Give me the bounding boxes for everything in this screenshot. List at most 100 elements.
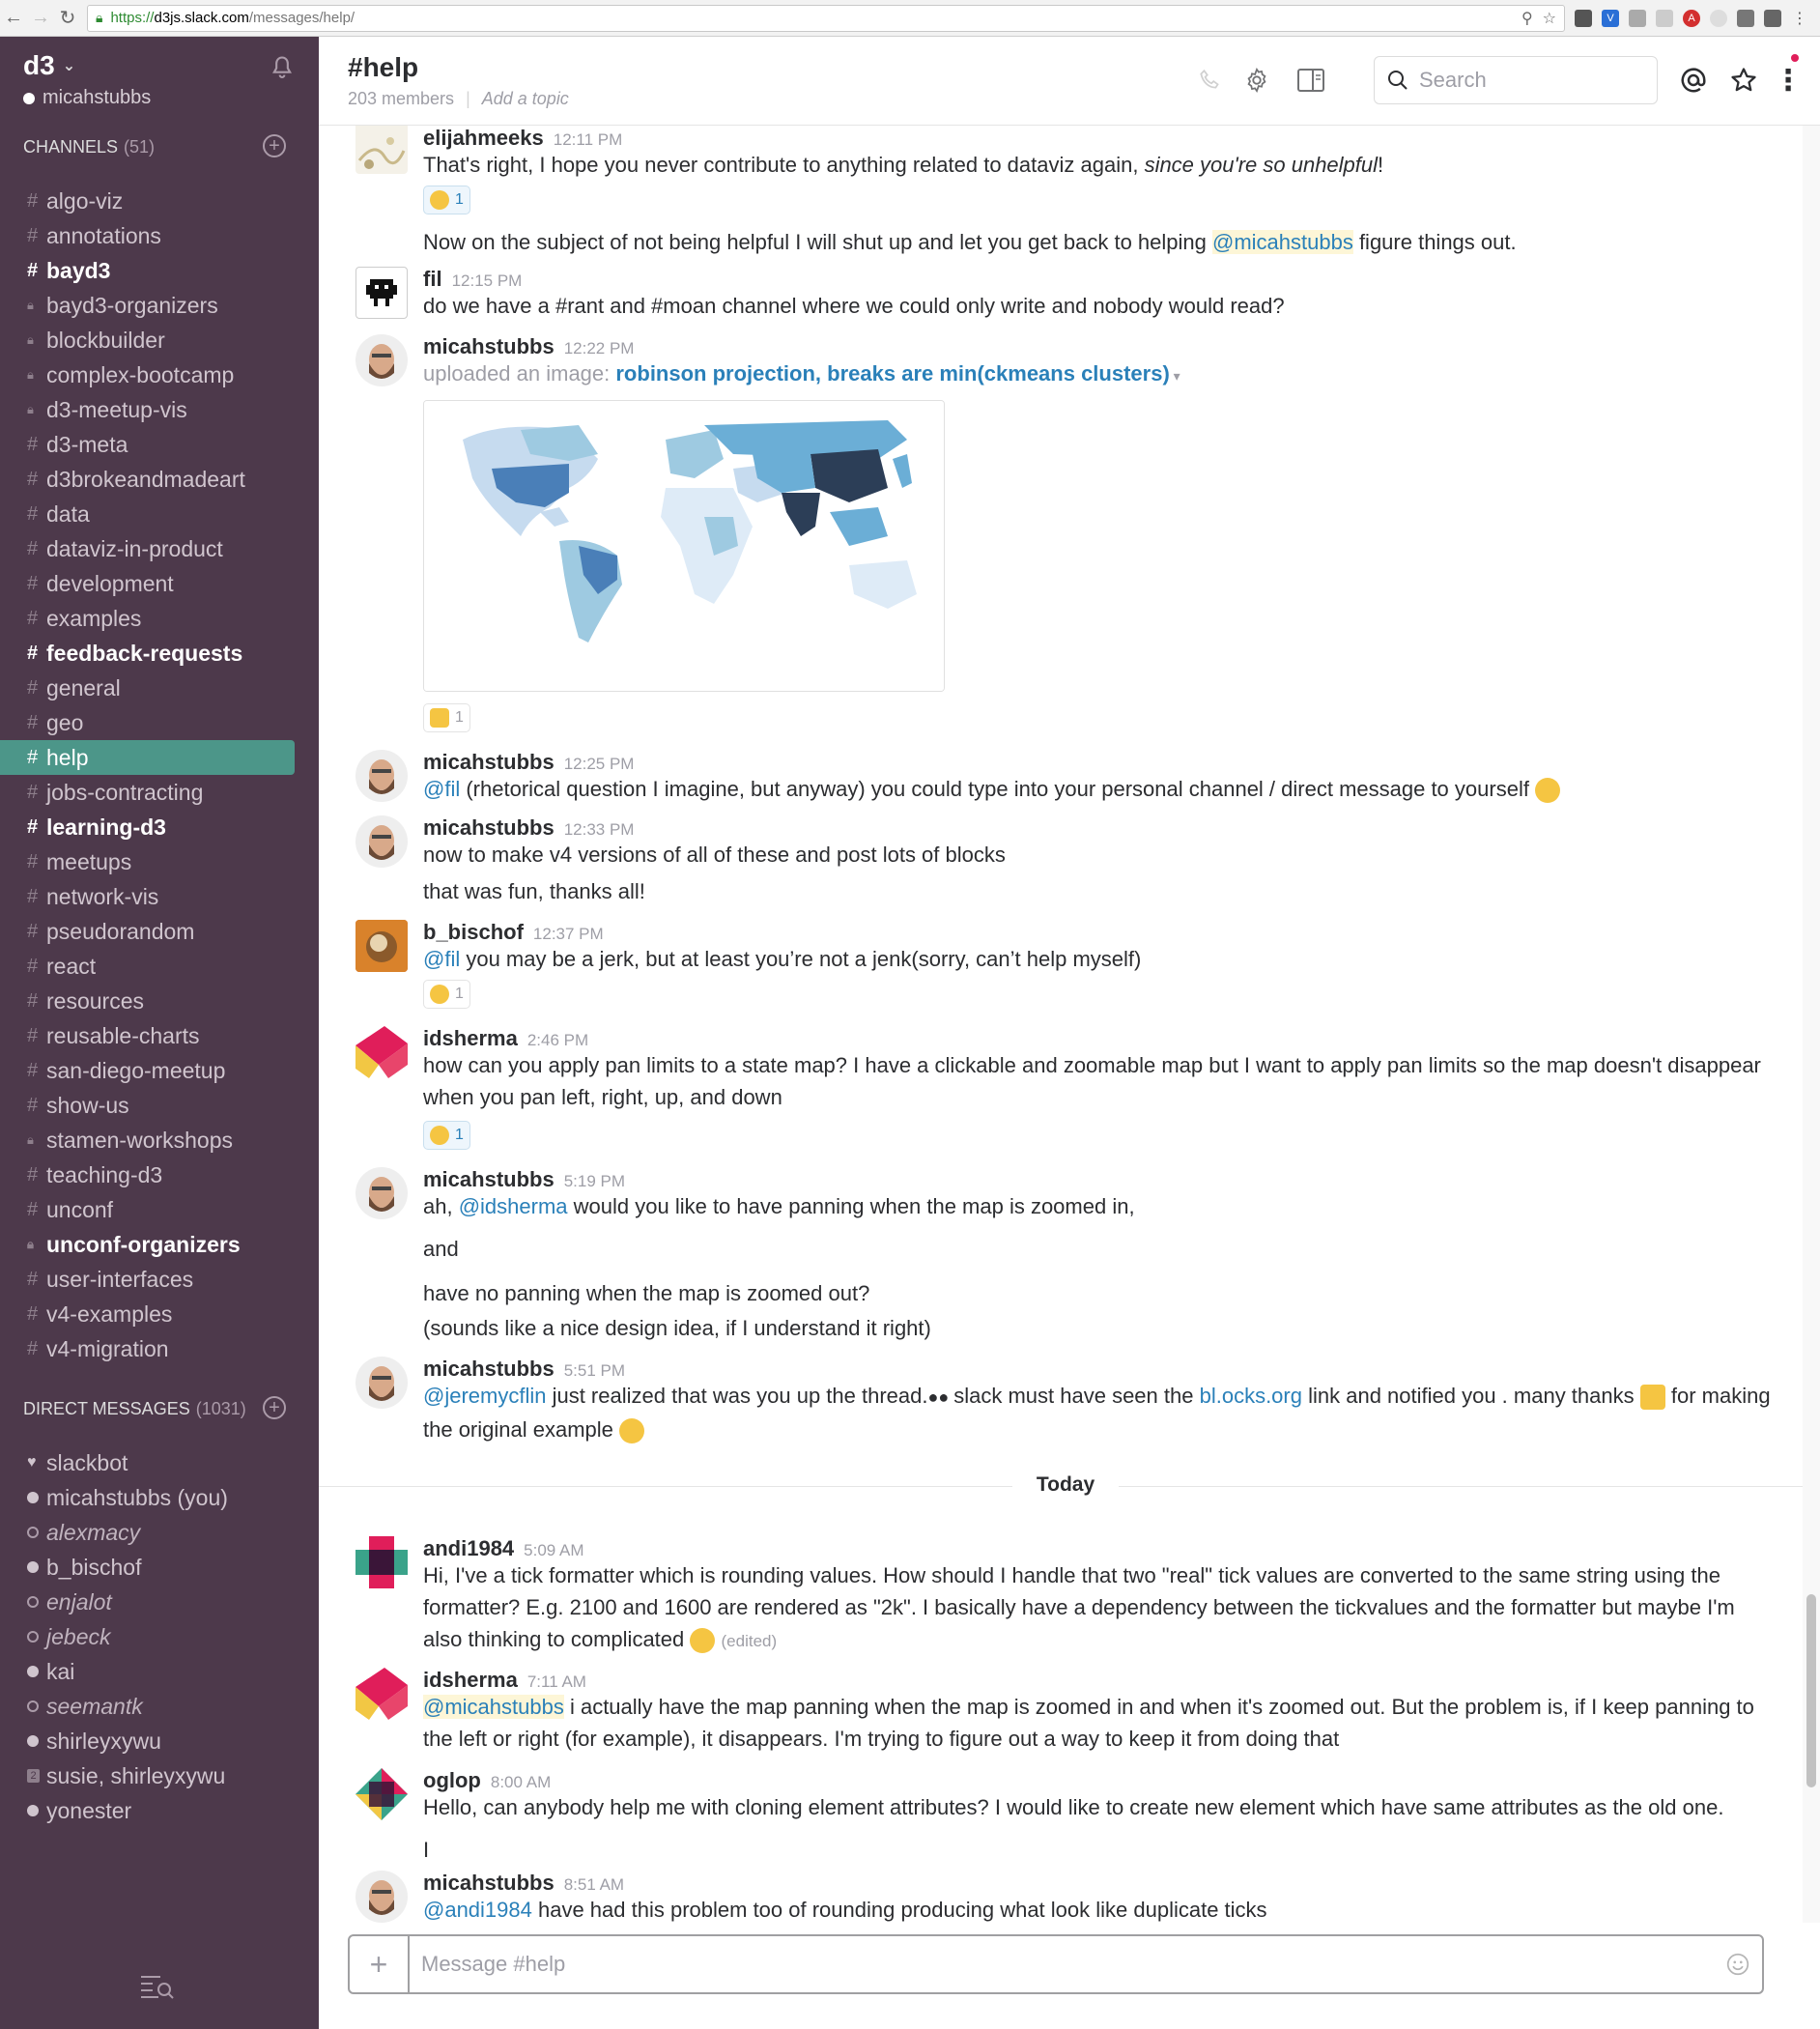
avatar[interactable] (355, 1768, 408, 1820)
sidebar-channel-show-us[interactable]: # show-us (0, 1088, 295, 1123)
sidebar-channel-react[interactable]: # react (0, 949, 295, 984)
sidebar-channel-dataviz-in-product[interactable]: # dataviz-in-product (0, 531, 295, 566)
reaction[interactable]: 1 (423, 186, 470, 214)
message-author[interactable]: elijahmeeks (423, 126, 544, 151)
channels-header[interactable]: CHANNELS (51) + (23, 134, 286, 157)
sidebar-channel-stamen-workshops[interactable]: 🔒︎ stamen-workshops (0, 1123, 295, 1157)
sidebar-channel-examples[interactable]: # examples (0, 601, 295, 636)
sidebar-channel-bayd3[interactable]: # bayd3 (0, 253, 295, 288)
back-icon[interactable]: ← (0, 5, 27, 32)
reload-icon[interactable]: ↻ (54, 5, 81, 32)
sidebar-channel-blockbuilder[interactable]: 🔒︎ blockbuilder (0, 323, 295, 357)
message-timestamp[interactable]: 12:22 PM (564, 339, 635, 358)
message-timestamp[interactable]: 12:15 PM (452, 271, 523, 291)
sidebar-dm-item[interactable]: ♥ slackbot (0, 1445, 319, 1480)
message-author[interactable]: idsherma (423, 1026, 518, 1051)
avatar[interactable] (355, 1357, 408, 1409)
member-count[interactable]: 203 members (348, 89, 454, 109)
message-timestamp[interactable]: 5:19 PM (564, 1172, 625, 1191)
sidebar-channel-d3-meta[interactable]: # d3-meta (0, 427, 295, 462)
message-author[interactable]: micahstubbs (423, 815, 555, 841)
call-icon[interactable] (1194, 64, 1227, 97)
sidebar-channel-san-diego-meetup[interactable]: # san-diego-meetup (0, 1053, 295, 1088)
sidebar-channel-meetups[interactable]: # meetups (0, 844, 295, 879)
uploaded-map-image[interactable] (423, 400, 945, 692)
sidebar-channel-d3-meetup-vis[interactable]: 🔒︎ d3-meetup-vis (0, 392, 295, 427)
sidebar-channel-development[interactable]: # development (0, 566, 295, 601)
caret-down-icon[interactable]: ▾ (1170, 368, 1180, 384)
message-timestamp[interactable]: 2:46 PM (527, 1031, 588, 1050)
attach-button[interactable]: + (350, 1936, 410, 1992)
mentions-icon[interactable] (1677, 64, 1710, 97)
message-timestamp[interactable]: 5:51 PM (564, 1361, 625, 1381)
message-timestamp[interactable]: 12:37 PM (533, 925, 604, 944)
avatar[interactable] (355, 1167, 408, 1219)
reaction[interactable]: 1 (423, 980, 470, 1009)
message-timestamp[interactable]: 8:51 AM (564, 1875, 624, 1895)
avatar[interactable] (355, 1536, 408, 1588)
extension-icon[interactable] (1629, 9, 1646, 27)
message-author[interactable]: micahstubbs (423, 334, 555, 359)
message-author[interactable]: andi1984 (423, 1536, 514, 1561)
avatar[interactable] (355, 334, 408, 386)
sidebar-channel-v4-examples[interactable]: # v4-examples (0, 1297, 295, 1331)
sidebar-dm-item[interactable]: jebeck (0, 1619, 319, 1654)
sidebar-channel-resources[interactable]: # resources (0, 984, 295, 1018)
message-timestamp[interactable]: 12:33 PM (564, 820, 635, 840)
message-author[interactable]: oglop (423, 1768, 481, 1793)
sidebar-channel-v4-migration[interactable]: # v4-migration (0, 1331, 295, 1366)
eyedropper-icon[interactable] (1764, 9, 1781, 27)
add-topic-link[interactable]: Add a topic (482, 89, 569, 109)
sidebar-channel-user-interfaces[interactable]: # user-interfaces (0, 1262, 295, 1297)
user-mention[interactable]: @andi1984 (423, 1898, 532, 1922)
menu-dots-icon[interactable]: ⋮ (1791, 10, 1808, 27)
user-mention[interactable]: @idsherma (459, 1194, 568, 1218)
bell-icon[interactable] (269, 54, 296, 81)
zoom-icon[interactable]: ⚲ (1521, 9, 1533, 28)
sidebar-toggle-icon[interactable] (1294, 64, 1327, 97)
avatar[interactable] (355, 1668, 408, 1720)
sidebar-dm-item[interactable]: seemantk (0, 1689, 319, 1724)
team-menu[interactable]: d3 ⌄ micahstubbs (23, 50, 151, 109)
message-timestamp[interactable]: 5:09 AM (524, 1541, 583, 1560)
user-mention[interactable]: @fil (423, 777, 460, 801)
message-timestamp[interactable]: 12:11 PM (554, 130, 623, 150)
vimium-icon[interactable]: V (1602, 9, 1619, 27)
message-scrollbar[interactable] (1803, 126, 1820, 1923)
message-author[interactable]: micahstubbs (423, 1871, 555, 1896)
sidebar-channel-complex-bootcamp[interactable]: 🔒︎ complex-bootcamp (0, 357, 295, 392)
extension-icon[interactable] (1710, 9, 1727, 27)
sidebar-channel-unconf[interactable]: # unconf (0, 1192, 295, 1227)
sidebar-channel-annotations[interactable]: # annotations (0, 218, 295, 253)
sidebar-channel-pseudorandom[interactable]: # pseudorandom (0, 914, 295, 949)
avatar[interactable] (355, 750, 408, 802)
message-author[interactable]: micahstubbs (423, 750, 555, 775)
forward-icon[interactable]: → (27, 5, 54, 32)
gear-icon[interactable] (1240, 64, 1273, 97)
search-input[interactable]: Search (1374, 56, 1658, 104)
reaction[interactable]: 1 (423, 1121, 470, 1150)
mail-icon[interactable] (1737, 9, 1754, 27)
message-author[interactable]: b_bischof (423, 920, 524, 945)
pocket-icon[interactable] (1575, 9, 1592, 27)
sidebar-channel-feedback-requests[interactable]: # feedback-requests (0, 636, 295, 671)
add-dm-icon[interactable]: + (263, 1396, 286, 1419)
sidebar-dm-item[interactable]: b_bischof (0, 1550, 319, 1585)
message-author[interactable]: idsherma (423, 1668, 518, 1693)
url-bar[interactable]: 🔒︎ https:// d3js.slack.com /messages/hel… (87, 4, 1565, 32)
message-timestamp[interactable]: 12:25 PM (564, 755, 635, 774)
sidebar-channel-d3brokeandmadeart[interactable]: # d3brokeandmadeart (0, 462, 295, 497)
sidebar-channel-learning-d3[interactable]: # learning-d3 (0, 810, 295, 844)
direct-messages-header[interactable]: DIRECT MESSAGES (1031) + (23, 1396, 286, 1419)
avatar[interactable] (355, 126, 408, 174)
reaction[interactable]: 1 (423, 703, 470, 732)
file-link[interactable]: robinson projection, breaks are min(ckme… (615, 361, 1169, 386)
emoji-picker-icon[interactable] (1714, 1936, 1762, 1992)
message-author[interactable]: micahstubbs (423, 1167, 555, 1192)
message-timestamp[interactable]: 7:11 AM (527, 1672, 586, 1692)
star-icon[interactable] (1727, 64, 1760, 97)
sidebar-dm-item[interactable]: 2 susie, shirleyxywu (0, 1758, 319, 1793)
sidebar-dm-item[interactable]: shirleyxywu (0, 1724, 319, 1758)
channel-title[interactable]: #help (348, 52, 418, 83)
sidebar-dm-item[interactable]: kai (0, 1654, 319, 1689)
